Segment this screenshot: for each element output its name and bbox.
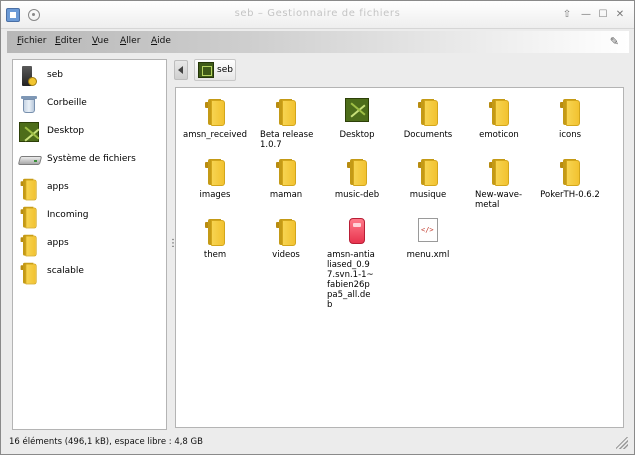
folder-icon — [416, 158, 440, 186]
file-label: emoticon — [479, 130, 519, 140]
desktop-icon — [345, 98, 369, 126]
file-label: Desktop — [339, 130, 375, 140]
file-label: menu.xml — [406, 250, 450, 260]
deb-package-icon — [345, 218, 369, 246]
file-label: maman — [269, 190, 303, 200]
sidebar-item-label: seb — [47, 70, 63, 80]
desktop-icon — [198, 62, 214, 78]
menu-editer[interactable]: Editer — [55, 36, 82, 46]
close-button[interactable]: ✕ — [614, 9, 626, 21]
breadcrumb-left-arrow-button[interactable] — [174, 60, 188, 80]
folder-icon — [558, 158, 582, 186]
mascot-icon[interactable]: ✎ — [610, 35, 619, 48]
pane-splitter-handle[interactable]: ⋮ — [168, 237, 178, 251]
file-label: amsn_received — [182, 130, 247, 140]
folder-icon — [19, 178, 39, 201]
sidebar-item-label: apps — [47, 238, 69, 248]
menu-aide[interactable]: Aide — [151, 36, 171, 46]
folder-icon — [487, 158, 511, 186]
folder-icon — [19, 234, 39, 257]
sidebar-item-label: Corbeille — [47, 98, 87, 108]
home-icon — [19, 66, 39, 86]
keep-above-button[interactable]: ⇧ — [561, 9, 573, 21]
folder-icon — [274, 218, 298, 246]
file-label: PokerTH-0.6.2 — [540, 190, 600, 200]
file-label: music-deb — [334, 190, 380, 200]
folder-icon — [558, 98, 582, 126]
file-label: musique — [409, 190, 447, 200]
file-manager-window: seb – Gestionnaire de fichiers ⇧ — ☐ ✕ F… — [0, 0, 635, 455]
places-sidebar: seb Corbeille Desktop Système de fichier… — [12, 59, 167, 430]
file-label: Documents — [403, 130, 453, 140]
xml-file-icon: </> — [416, 218, 440, 246]
sidebar-item-incoming[interactable]: Incoming — [13, 204, 166, 229]
file-label: them — [203, 250, 227, 260]
window-title: seb – Gestionnaire de fichiers — [234, 8, 401, 19]
trash-icon — [19, 94, 39, 114]
sidebar-item-corbeille[interactable]: Corbeille — [13, 92, 166, 116]
menu-bar: Fichier Editer Vue Aller Aide ✎ — [7, 31, 629, 53]
sidebar-item-scalable[interactable]: scalable — [13, 260, 166, 285]
resize-grip-icon[interactable] — [616, 437, 628, 449]
folder-icon — [203, 98, 227, 126]
folder-icon — [487, 98, 511, 126]
file-label: images — [199, 190, 231, 200]
breadcrumb-button-seb[interactable]: seb — [194, 59, 236, 81]
menu-fichier[interactable]: Fichier — [17, 36, 46, 46]
breadcrumb-label: seb — [217, 65, 233, 75]
sidebar-item-label: Système de fichiers — [47, 154, 136, 164]
minimize-button[interactable]: — — [580, 9, 592, 21]
folder-icon — [274, 158, 298, 186]
folder-icon — [345, 158, 369, 186]
desktop-icon — [19, 122, 39, 142]
menu-aller[interactable]: Aller — [120, 36, 140, 46]
sidebar-item-seb[interactable]: seb — [13, 64, 166, 88]
sidebar-item-label: scalable — [47, 266, 84, 276]
folder-icon — [203, 158, 227, 186]
title-bar[interactable]: seb – Gestionnaire de fichiers ⇧ — ☐ ✕ — [1, 1, 634, 29]
sidebar-item-desktop[interactable]: Desktop — [13, 120, 166, 144]
sidebar-item-label: Desktop — [47, 126, 85, 136]
status-bar-text: 16 éléments (496,1 kB), espace libre : 4… — [9, 437, 203, 447]
folder-icon — [19, 206, 39, 229]
maximize-button[interactable]: ☐ — [597, 9, 609, 21]
sidebar-item-label: apps — [47, 182, 69, 192]
file-label: icons — [558, 130, 582, 140]
file-label: New-wave-metal — [475, 190, 523, 210]
sidebar-item-filesystem[interactable]: Système de fichiers — [13, 148, 166, 172]
sidebar-item-label: Incoming — [47, 210, 89, 220]
drive-icon — [17, 150, 43, 170]
file-label: Beta release 1.0.7 — [260, 130, 314, 150]
menu-vue[interactable]: Vue — [92, 36, 109, 46]
sidebar-item-apps[interactable]: apps — [13, 176, 166, 201]
file-label: videos — [272, 250, 300, 260]
file-view[interactable]: amsn_received Beta release 1.0.7 Desktop… — [175, 87, 624, 428]
sidebar-item-apps-2[interactable]: apps — [13, 232, 166, 257]
folder-icon — [416, 98, 440, 126]
folder-icon — [274, 98, 298, 126]
file-label: amsn-antialiased_0.97.svn.1-1~fabien26pp… — [327, 250, 375, 310]
folder-icon — [19, 262, 39, 285]
folder-icon — [203, 218, 227, 246]
